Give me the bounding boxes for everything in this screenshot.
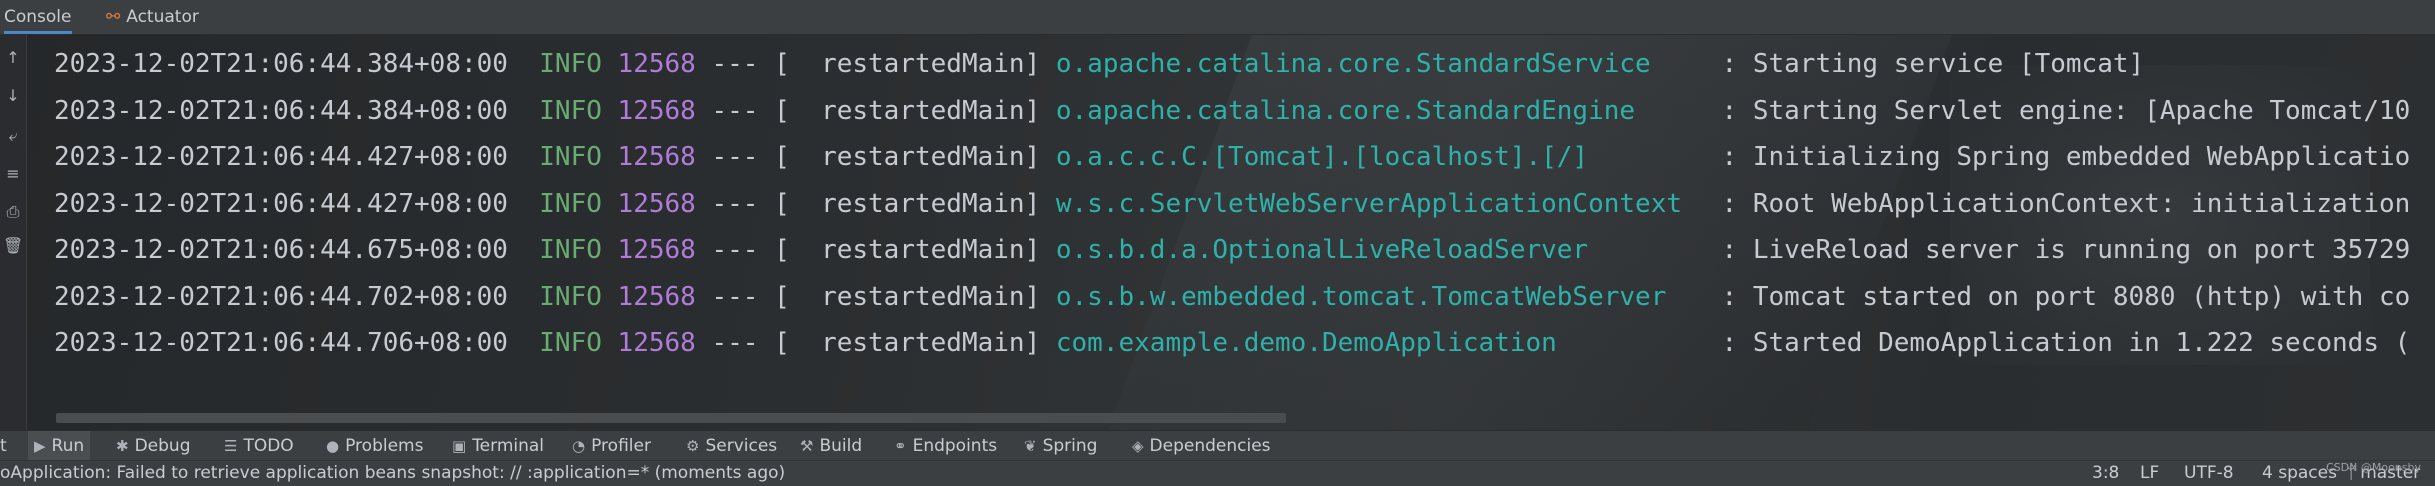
console-output[interactable]: ↑ ↓ ⤶ ≡ ⎙ 🗑 2023-12-02T21:06:44.384+08:0… (0, 35, 2435, 430)
tab-console[interactable]: Console (4, 0, 72, 34)
file-encoding[interactable]: UTF-8 (2184, 461, 2234, 486)
console-gutter: ↑ ↓ ⤶ ≡ ⎙ 🗑 (0, 35, 27, 430)
soft-wrap-icon[interactable]: ⤶ (3, 125, 23, 147)
hammer-icon: ⚒ (800, 437, 814, 455)
print-icon[interactable]: ⎙ (3, 201, 23, 223)
log-line: 2023-12-02T21:06:44.702+08:00 INFO 12568… (54, 281, 2411, 312)
tab-actuator[interactable]: ⚯ Actuator (106, 0, 199, 34)
tool-window-bar: t ▶ Run ✱ Debug ☰ TODO ● Problems ▣ Terminal … (0, 430, 2435, 461)
caret-position[interactable]: 3:8 (2092, 461, 2119, 486)
tool-tab-spring[interactable]: ❦ Spring (1024, 431, 1097, 461)
tool-window-tabbar: Console ⚯ Actuator (0, 0, 2435, 35)
run-icon: ▶ (34, 437, 46, 455)
terminal-icon: ▣ (452, 437, 467, 455)
scroll-to-end-icon[interactable]: ≡ (3, 163, 23, 185)
tool-tab-profiler[interactable]: ◔ Profiler (572, 431, 651, 461)
arrow-down-icon[interactable]: ↓ (3, 85, 23, 107)
arrow-up-icon[interactable]: ↑ (3, 47, 23, 69)
log-line: 2023-12-02T21:06:44.427+08:00 INFO 12568… (54, 142, 2411, 172)
bug-icon: ✱ (116, 437, 129, 455)
actuator-icon: ⚯ (106, 7, 121, 27)
log-line: 2023-12-02T21:06:44.384+08:00 INFO 12568… (54, 95, 2411, 126)
line-separator[interactable]: LF (2140, 461, 2159, 486)
tool-tab-services[interactable]: ⚙ Services (686, 431, 777, 461)
tool-tab-problems[interactable]: ● Problems (326, 431, 423, 461)
tool-tab-partial[interactable]: t (0, 431, 7, 461)
log-line: 2023-12-02T21:06:44.675+08:00 INFO 12568… (54, 235, 2411, 265)
tool-tab-endpoints[interactable]: ⚭ Endpoints (894, 431, 997, 461)
tool-tab-build[interactable]: ⚒ Build (800, 431, 862, 461)
tool-tab-terminal[interactable]: ▣ Terminal (452, 431, 544, 461)
profiler-icon: ◔ (572, 437, 586, 455)
spring-leaf-icon: ❦ (1024, 437, 1037, 455)
log-lines: 2023-12-02T21:06:44.384+08:00 INFO 12568… (54, 41, 2410, 367)
log-line: 2023-12-02T21:06:44.427+08:00 INFO 12568… (54, 188, 2411, 219)
services-icon: ⚙ (686, 437, 700, 455)
stack-icon: ◈ (1132, 437, 1144, 455)
horizontal-scrollbar[interactable] (56, 413, 1286, 423)
trash-icon[interactable]: 🗑 (3, 235, 23, 257)
endpoints-icon: ⚭ (894, 437, 907, 455)
log-line: 2023-12-02T21:06:44.384+08:00 INFO 12568… (54, 49, 2145, 79)
watermark: CSDN @Moonsby (2326, 461, 2422, 474)
tool-tab-debug[interactable]: ✱ Debug (116, 431, 190, 461)
info-icon: ● (326, 437, 340, 455)
tool-tab-todo[interactable]: ☰ TODO (224, 431, 294, 461)
status-message[interactable]: oApplication: Failed to retrieve applica… (0, 461, 785, 486)
list-icon: ☰ (224, 437, 238, 455)
tool-tab-dependencies[interactable]: ◈ Dependencies (1132, 431, 1271, 461)
tool-tab-run[interactable]: ▶ Run (28, 431, 91, 461)
log-line: 2023-12-02T21:06:44.706+08:00 INFO 12568… (54, 328, 2411, 358)
status-bar: oApplication: Failed to retrieve applica… (0, 460, 2435, 486)
